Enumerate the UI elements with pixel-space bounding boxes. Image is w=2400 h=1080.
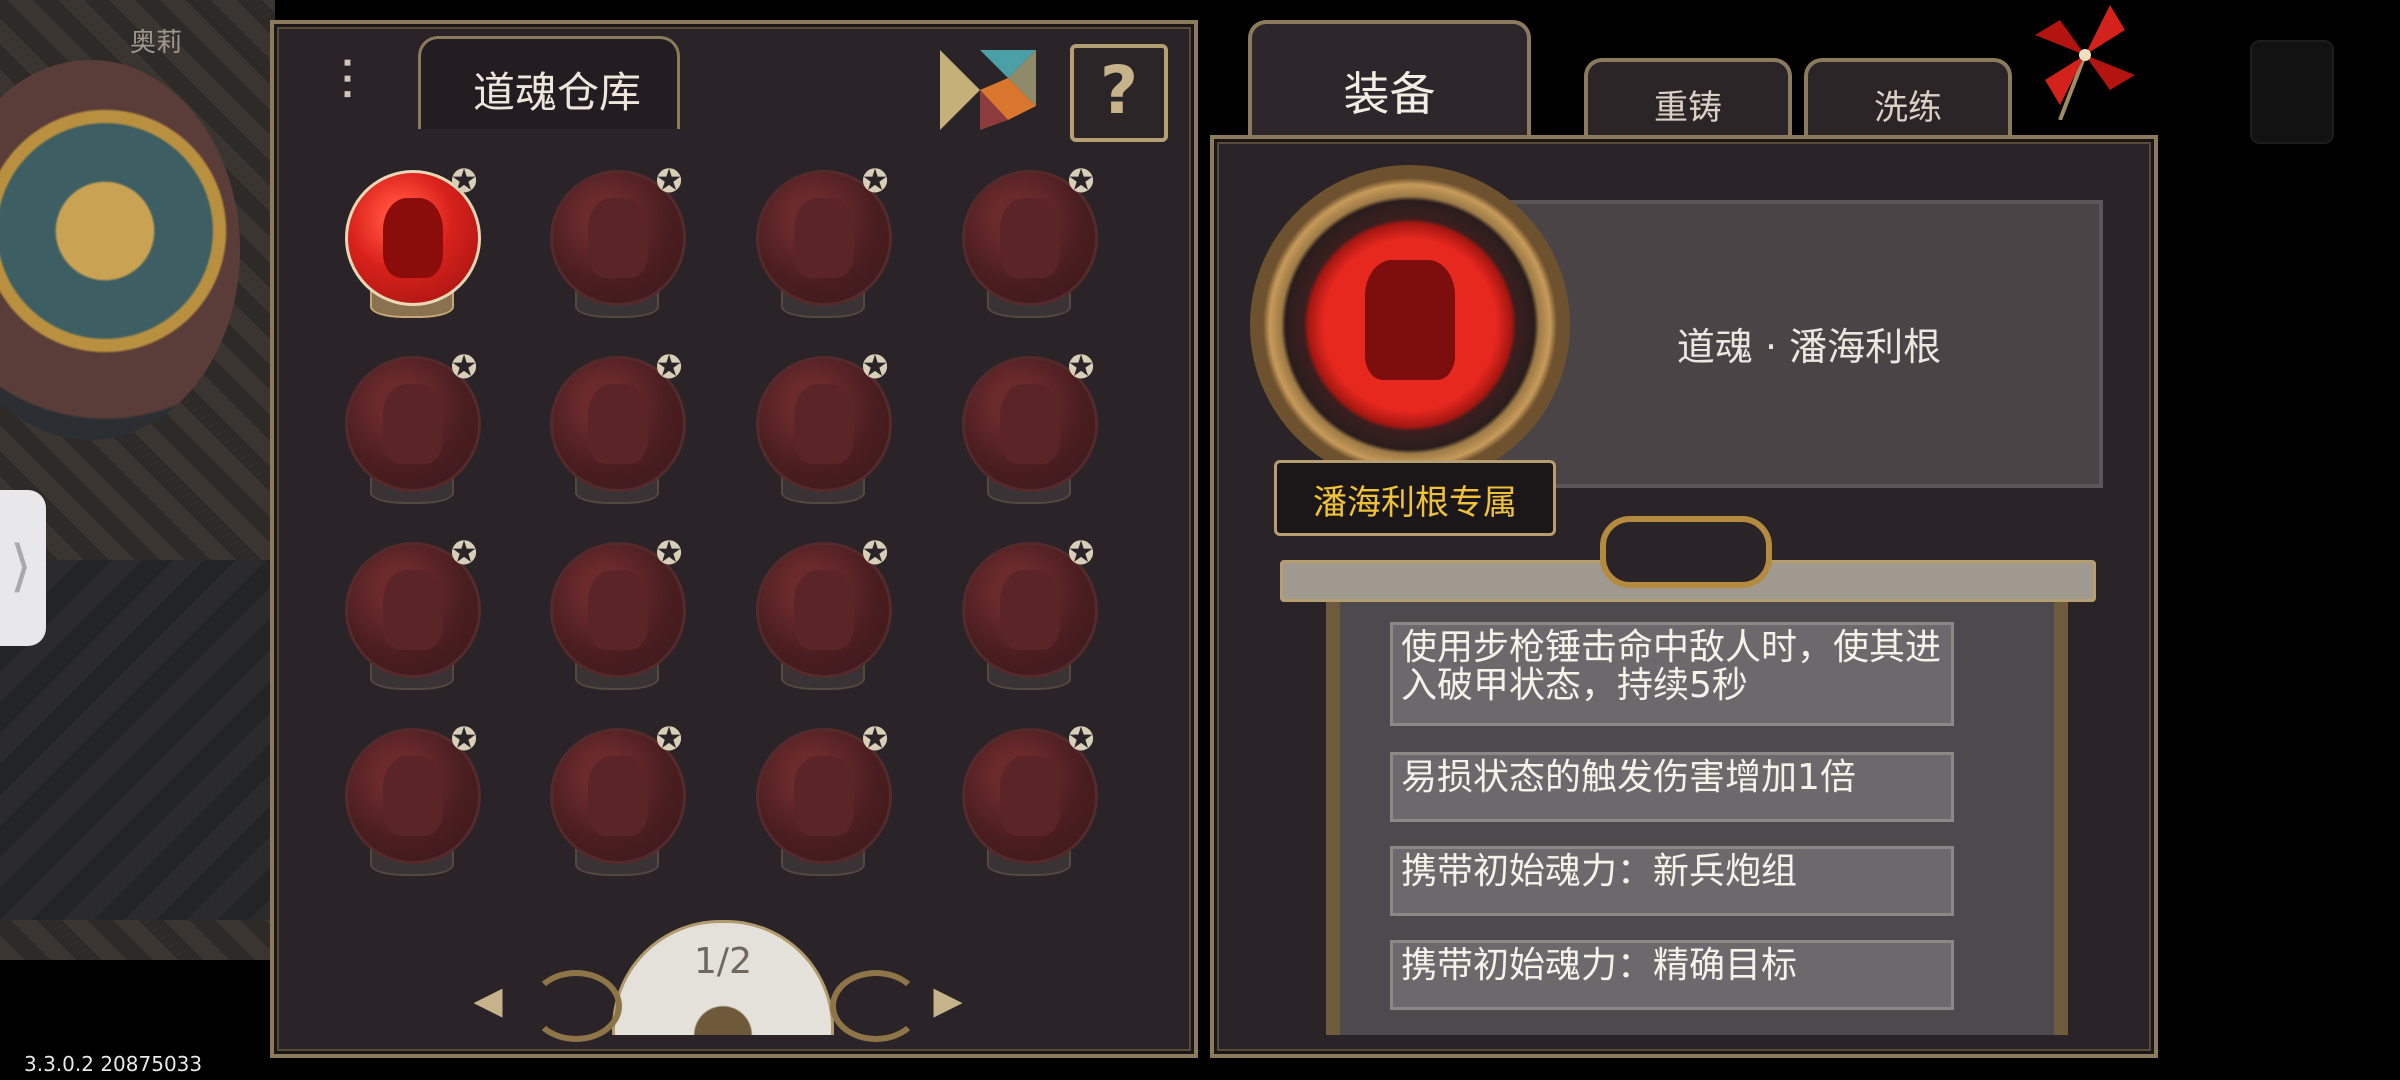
soul-portrait [383,756,443,836]
page-indicator: 1/2 [694,941,752,982]
exclusive-label: 潘海利根专属 [1313,483,1517,523]
soul-portrait [1000,756,1060,836]
ornament-right [830,970,922,1042]
soul-portrait [1000,384,1060,464]
star-icon: ✪ [450,348,478,386]
soul-portrait [1365,260,1455,380]
effect-line-2: 易损状态的触发伤害增加1倍 [1390,752,1954,822]
tab-equip[interactable]: 装备 [1248,20,1531,144]
soul-orb-slot[interactable]: ✪ [540,162,690,330]
star-icon: ✪ [450,720,478,758]
tab-recast-label: 重铸 [1654,88,1722,128]
tab-refine[interactable]: 洗练 [1804,58,2012,142]
tab-refine-label: 洗练 [1874,88,1942,128]
star-icon: ✪ [1067,348,1095,386]
soul-portrait [1000,570,1060,650]
star-icon: ✪ [861,720,889,758]
soul-portrait [588,198,648,278]
selected-soul-orb [1250,165,1570,485]
chevron-right-icon: ⟩ [10,534,32,599]
soul-orb-slot[interactable]: ✪ [540,348,690,516]
star-icon: ✪ [655,162,683,200]
storage-title-plate: 道魂仓库 [418,36,680,129]
star-icon: ✪ [655,534,683,572]
prev-page-button[interactable]: ◀ [468,980,508,1020]
soul-orb-slot[interactable]: ✪ [952,348,1102,516]
npc-name-label: 奥莉 [130,28,183,58]
soul-orb-slot[interactable]: ✪ [746,720,896,888]
soul-orb-slot[interactable]: ✪ [540,720,690,888]
soul-orb-slot[interactable]: ✪ [952,162,1102,330]
star-icon: ✪ [1067,534,1095,572]
tab-recast[interactable]: 重铸 [1584,58,1792,142]
tangram-icon[interactable] [940,50,1036,130]
soul-orb-slot[interactable]: ✪ [746,162,896,330]
soul-portrait [588,756,648,836]
soul-portrait [794,384,854,464]
effect-line-3: 携带初始魂力：新兵炮组 [1390,846,1954,916]
soul-portrait [1000,198,1060,278]
soul-orb-slot[interactable]: ✪ [540,534,690,702]
soul-orb-slot[interactable]: ✪ [335,348,485,516]
storage-title: 道魂仓库 [473,68,642,117]
star-icon: ✪ [1067,720,1095,758]
scroll-ornament [1600,516,1772,588]
soul-portrait [588,570,648,650]
effect-line-4: 携带初始魂力：精确目标 [1390,940,1954,1010]
background-scene: 奥莉 [0,0,275,960]
star-icon: ✪ [861,162,889,200]
tab-equip-label: 装备 [1343,67,1436,121]
version-label: 3.3.0.2 20875033 [24,1052,203,1076]
star-icon: ✪ [450,534,478,572]
star-icon: ✪ [450,162,478,200]
effect-line-1: 使用步枪锤击命中敌人时，使其进入破甲状态，持续5秒 [1390,622,1954,726]
soul-portrait [794,570,854,650]
scene-decoration [0,60,240,440]
soul-portrait [588,384,648,464]
soul-orb-slot[interactable]: ✪ [335,162,485,330]
soul-portrait [383,570,443,650]
star-icon: ✪ [655,348,683,386]
soul-portrait [794,198,854,278]
side-drawer-handle[interactable]: ⟩ [0,490,46,646]
star-icon: ✪ [861,348,889,386]
soul-portrait [794,756,854,836]
soul-portrait [383,198,443,278]
soul-orb-slot[interactable]: ✪ [746,348,896,516]
soul-orb-slot[interactable]: ✪ [746,534,896,702]
soul-portrait [383,384,443,464]
help-button[interactable]: ? [1070,44,1168,142]
star-icon: ✪ [655,720,683,758]
pinwheel-icon[interactable] [2030,0,2140,120]
faded-icon [2250,40,2334,144]
next-page-button[interactable]: ▶ [928,980,968,1020]
soul-orb-slot[interactable]: ✪ [335,720,485,888]
soul-orb-slot[interactable]: ✪ [952,720,1102,888]
exclusive-badge: 潘海利根专属 [1274,460,1556,536]
soul-orb-slot[interactable]: ✪ [335,534,485,702]
ornament-left [530,970,622,1042]
soul-orb-slot[interactable]: ✪ [952,534,1102,702]
help-icon: ? [1099,52,1139,129]
star-icon: ✪ [861,534,889,572]
star-icon: ✪ [1067,162,1095,200]
trident-icon: ⫶ [340,50,354,115]
soul-name: 道魂 · 潘海利根 [1676,325,1942,369]
